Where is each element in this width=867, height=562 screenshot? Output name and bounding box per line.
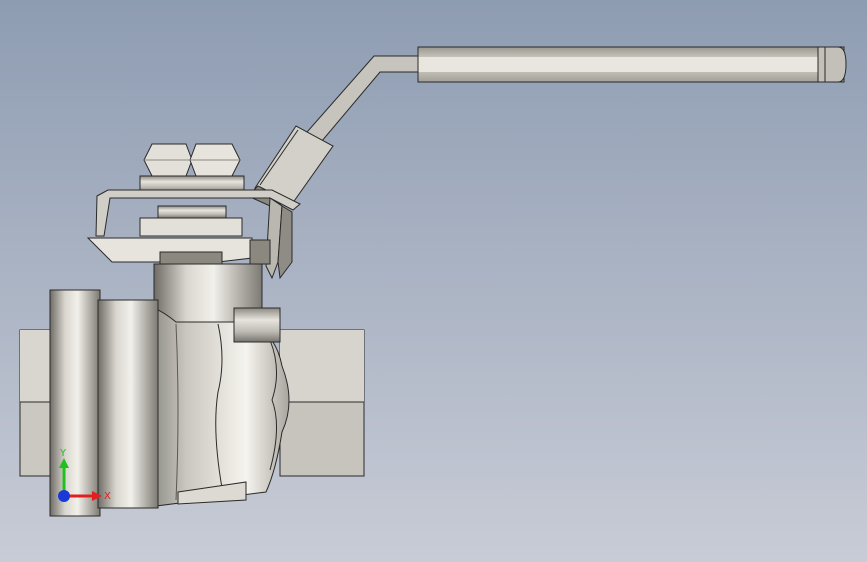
triad-x-label: X — [104, 491, 111, 502]
triad-y-label: Y — [59, 448, 67, 459]
z-axis-dot — [58, 490, 70, 502]
right-end-cap[interactable] — [279, 329, 365, 477]
model-canvas[interactable]: Y X — [0, 0, 867, 562]
cad-3d-viewport[interactable]: Y X — [0, 0, 867, 562]
